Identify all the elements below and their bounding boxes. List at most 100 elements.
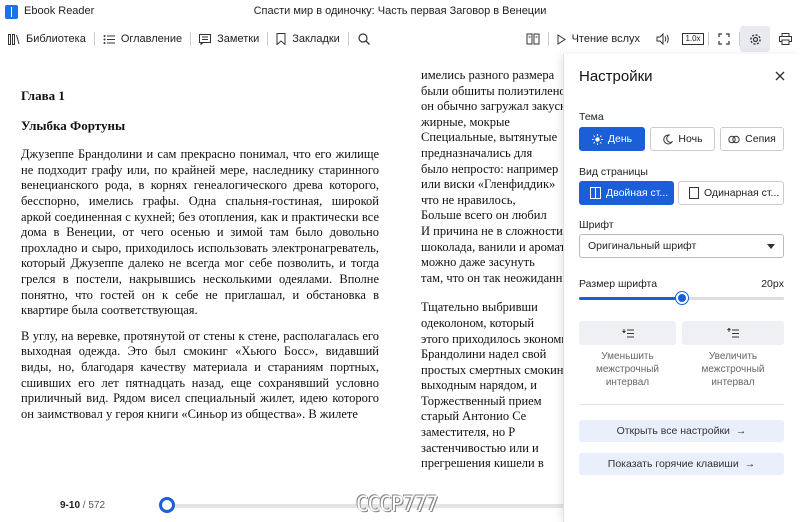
double-page-button[interactable]: Двойная ст...	[579, 181, 674, 205]
font-size-slider[interactable]	[579, 292, 784, 304]
notes-button[interactable]: Заметки	[191, 26, 267, 52]
font-size-slider-thumb[interactable]	[675, 292, 688, 304]
single-page-button[interactable]: Одинарная ст...	[678, 181, 784, 205]
reading-progress-thumb[interactable]	[158, 497, 175, 513]
text-line: что не нравилось,	[421, 192, 516, 207]
decrease-line-spacing-label: Уменьшить межстрочный интервал	[579, 350, 676, 389]
panel-divider	[579, 404, 784, 405]
theme-night-label: Ночь	[678, 133, 703, 145]
volume-button[interactable]	[648, 26, 678, 52]
text-line: заместителя, но Р	[421, 425, 516, 440]
font-select-value: Оригинальный шрифт	[588, 240, 697, 252]
text-line: имелись разного размера	[421, 68, 555, 82]
library-icon	[8, 33, 20, 45]
settings-panel: Настройки Тема День Ночь Сепия Вид стран…	[563, 54, 800, 522]
text-line: было непросто: например	[421, 161, 559, 176]
right-page-block: имелись разного размера были обшиты полиэ…	[421, 68, 563, 286]
play-icon	[557, 33, 566, 45]
single-page-icon	[689, 187, 699, 199]
text-line: Специальные, вытянутые	[421, 130, 558, 145]
text-line: были обшиты полиэтиленом	[421, 83, 563, 98]
label-line: интервал	[711, 377, 755, 388]
label-line: Увеличить	[708, 351, 758, 362]
library-label: Библиотека	[26, 33, 86, 45]
reading-mode-button[interactable]	[518, 26, 548, 52]
read-aloud-button[interactable]: Чтение вслух	[549, 26, 648, 52]
toolbar-right-group: Чтение вслух 1.0x	[518, 26, 800, 52]
right-page: имелись разного размера были обшиты полиэ…	[421, 68, 563, 472]
volume-icon	[656, 33, 669, 45]
moon-icon	[663, 133, 674, 144]
reader-pages: Глава 1 Улыбка Фортуны Джузеппе Брандоли…	[0, 54, 563, 494]
speed-button[interactable]: 1.0x	[678, 26, 708, 52]
increase-line-spacing-button[interactable]	[682, 321, 784, 345]
text-line: Торжественный прием	[421, 393, 542, 408]
chapter-heading: Глава 1	[21, 88, 65, 103]
text-line: предназначались для	[421, 145, 533, 160]
text-line: выходным нарядом, и	[421, 378, 537, 393]
print-button[interactable]	[770, 26, 800, 52]
label-line: интервал	[605, 377, 650, 388]
paragraph: В углу, на веревке, протянутой от стены …	[21, 328, 379, 421]
open-all-settings-button[interactable]: Открыть все настройки →	[579, 420, 784, 442]
toolbar: Библиотека Оглавление Заметки Закладки Ч…	[0, 26, 800, 52]
increase-line-spacing-label: Увеличить межстрочный интервал	[682, 350, 784, 389]
theme-sepia-label: Сепия	[745, 133, 776, 145]
chapter-subtitle: Улыбка Фортуны	[21, 117, 126, 133]
text-line: жирные, мокрые	[421, 114, 510, 129]
speed-value: 1.0x	[682, 33, 704, 45]
read-aloud-label: Чтение вслух	[571, 33, 640, 45]
left-page: Глава 1 Улыбка Фортуны Джузеппе Брандоли…	[21, 88, 379, 432]
contents-button[interactable]: Оглавление	[95, 26, 190, 52]
page-counter: 9-10 / 572	[60, 500, 105, 511]
show-hotkeys-label: Показать горячие клавиши	[607, 458, 739, 470]
font-select[interactable]: Оригинальный шрифт	[579, 234, 784, 258]
settings-button[interactable]	[740, 26, 770, 52]
right-page-block: Тщательно выбривши одеколоном, который это…	[421, 300, 563, 472]
total-pages: 572	[88, 500, 106, 511]
watermark-text: CCCP777	[356, 492, 439, 516]
text-line: там, что он так неожиданно	[421, 270, 563, 285]
theme-night-button[interactable]: Ночь	[650, 127, 715, 151]
fullscreen-icon	[718, 33, 730, 45]
page-navigation-bar: 9-10 / 572 CCCP777	[0, 492, 580, 522]
text-line: одеколоном, который	[421, 315, 535, 330]
bookmark-icon	[276, 33, 286, 45]
text-line: И причина не в сложности	[421, 223, 563, 238]
font-size-label: Размер шрифта	[579, 278, 658, 290]
single-page-label: Одинарная ст...	[704, 187, 780, 199]
font-size-value: 20px	[761, 278, 784, 290]
fullscreen-button[interactable]	[709, 26, 739, 52]
settings-title: Настройки	[579, 68, 653, 85]
text-line: простых смертных смокинг	[421, 362, 563, 377]
open-all-settings-label: Открыть все настройки	[616, 425, 730, 437]
font-size-slider-fill	[579, 297, 682, 300]
text-line: старый Антонио Се	[421, 409, 527, 424]
decrease-line-spacing-button[interactable]	[579, 321, 676, 345]
paragraph: Джузеппе Брандолини и сам прекрасно пони…	[21, 147, 379, 318]
page-separator: /	[82, 500, 86, 511]
bookmarks-button[interactable]: Закладки	[268, 26, 348, 52]
document-title: Спасти мир в одиночку: Часть первая Заго…	[253, 5, 547, 17]
arrow-right-icon: →	[744, 458, 756, 470]
theme-label: Тема	[579, 111, 604, 123]
contents-label: Оглавление	[120, 33, 183, 45]
double-page-label: Двойная ст...	[606, 187, 669, 199]
page-view-label: Вид страницы	[579, 166, 648, 178]
show-hotkeys-button[interactable]: Показать горячие клавиши →	[579, 453, 784, 475]
current-pages: 9-10	[60, 500, 81, 511]
text-line: этого приходилось экономить	[421, 331, 563, 346]
search-button[interactable]	[349, 26, 379, 52]
search-icon	[358, 33, 370, 45]
theme-day-label: День	[607, 133, 633, 145]
text-line: Тщательно выбривши	[421, 300, 538, 315]
label-line: межстрочный	[701, 364, 765, 375]
printer-icon	[778, 33, 792, 45]
library-button[interactable]: Библиотека	[0, 26, 94, 52]
arrow-right-icon: →	[735, 425, 747, 437]
theme-day-button[interactable]: День	[579, 127, 645, 151]
close-settings-button[interactable]	[772, 68, 788, 84]
theme-sepia-button[interactable]: Сепия	[720, 127, 784, 151]
label-line: Уменьшить	[601, 351, 654, 362]
